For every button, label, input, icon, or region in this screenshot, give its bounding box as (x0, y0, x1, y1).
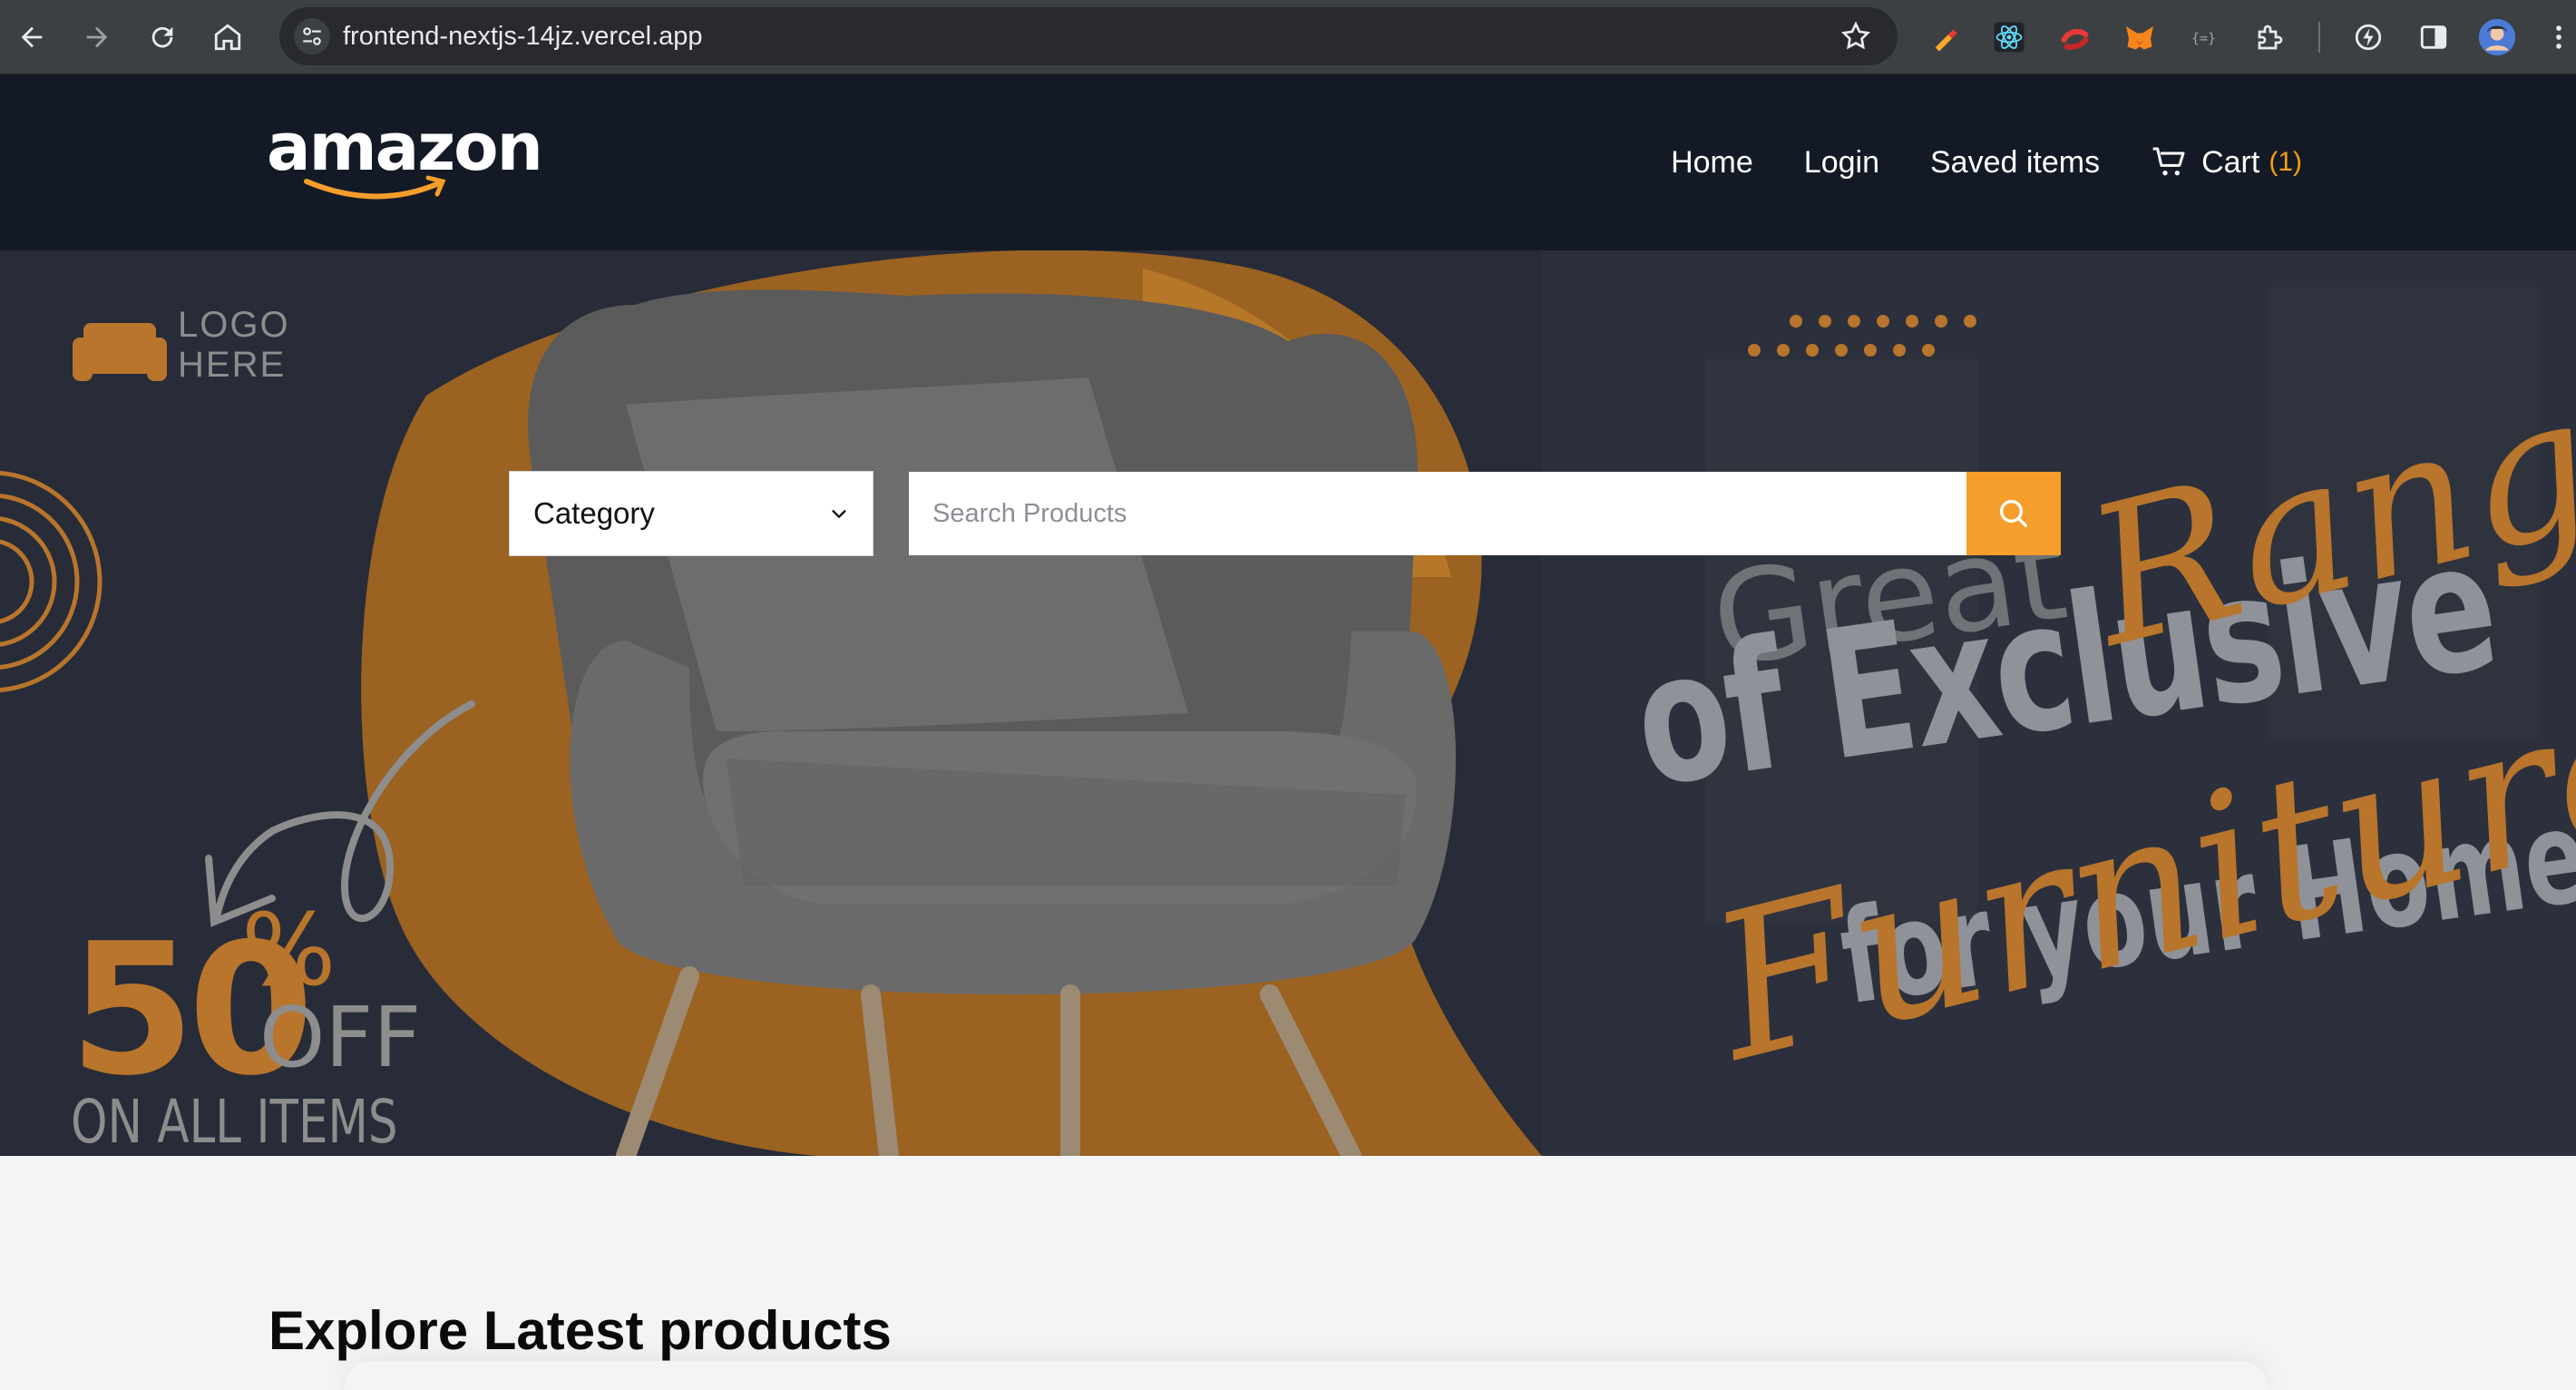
logo-placeholder-text: LOGO HERE (178, 305, 290, 385)
search-icon (2000, 500, 2027, 527)
browser-toolbar: frontend-nextjs-14jz.vercel.app {=} (0, 0, 2576, 74)
hero-banner: LOGO HERE 50 % OFF ON ALL ITEMS Great of… (0, 250, 2576, 1156)
site-settings-icon[interactable] (294, 18, 330, 54)
cart-icon (2152, 147, 2185, 176)
promo-percent-sign: % (241, 892, 337, 1008)
profile-avatar-icon[interactable] (2476, 16, 2518, 58)
address-bar[interactable]: frontend-nextjs-14jz.vercel.app (279, 7, 1898, 65)
logo-placeholder-line1: LOGO (178, 305, 290, 345)
promo-off-text: OFF (259, 989, 422, 1086)
section-title: Explore Latest products (268, 1300, 892, 1361)
category-select-label: Category (533, 496, 655, 530)
search-input[interactable] (909, 472, 1966, 555)
category-select[interactable]: Category (509, 471, 873, 556)
product-grid-container (345, 1361, 2268, 1390)
placeholder-sofa-icon (73, 323, 167, 381)
nav-cart-link[interactable]: Cart (1) (2151, 144, 2302, 181)
metamask-fox-icon[interactable] (2119, 16, 2161, 58)
toolbar-divider (2318, 22, 2320, 53)
cart-label: Cart (2201, 144, 2260, 180)
extensions-puzzle-icon[interactable] (2249, 16, 2291, 58)
redux-extension-icon[interactable] (2055, 16, 2097, 58)
json-formatter-icon[interactable]: {=} (2184, 16, 2226, 58)
svg-text:{=}: {=} (2191, 30, 2216, 46)
amazon-logo[interactable]: amazon (267, 109, 543, 209)
search-button[interactable] (1966, 472, 2061, 555)
nav-home-link[interactable]: Home (1671, 145, 1753, 181)
side-panel-icon[interactable] (2413, 16, 2454, 58)
browser-menu-icon[interactable] (2538, 16, 2576, 58)
nav-saved-items-link[interactable]: Saved items (1930, 145, 2100, 181)
chevron-down-icon (832, 510, 846, 518)
reload-icon[interactable] (138, 13, 187, 62)
url-text[interactable]: frontend-nextjs-14jz.vercel.app (343, 7, 703, 65)
bookmark-star-icon[interactable] (1839, 20, 1872, 53)
cart-count-badge: (1) (2269, 147, 2302, 177)
forward-icon[interactable] (73, 13, 122, 62)
speed-extension-icon[interactable] (2347, 16, 2389, 58)
color-picker-extension-icon[interactable] (1925, 16, 1966, 58)
logo-placeholder-line2: HERE (178, 345, 287, 385)
home-icon[interactable] (203, 13, 252, 62)
promo-subtitle: ON ALL ITEMS (71, 1087, 398, 1156)
main-nav: Home Login Saved items Cart (1) (1671, 74, 2302, 250)
nav-login-link[interactable]: Login (1804, 145, 1879, 181)
react-devtools-icon[interactable] (1988, 16, 2030, 58)
logo-smile-icon (304, 175, 446, 200)
back-icon[interactable] (7, 13, 56, 62)
site-header: amazon Home Login Saved items Cart (1) (0, 74, 2576, 250)
